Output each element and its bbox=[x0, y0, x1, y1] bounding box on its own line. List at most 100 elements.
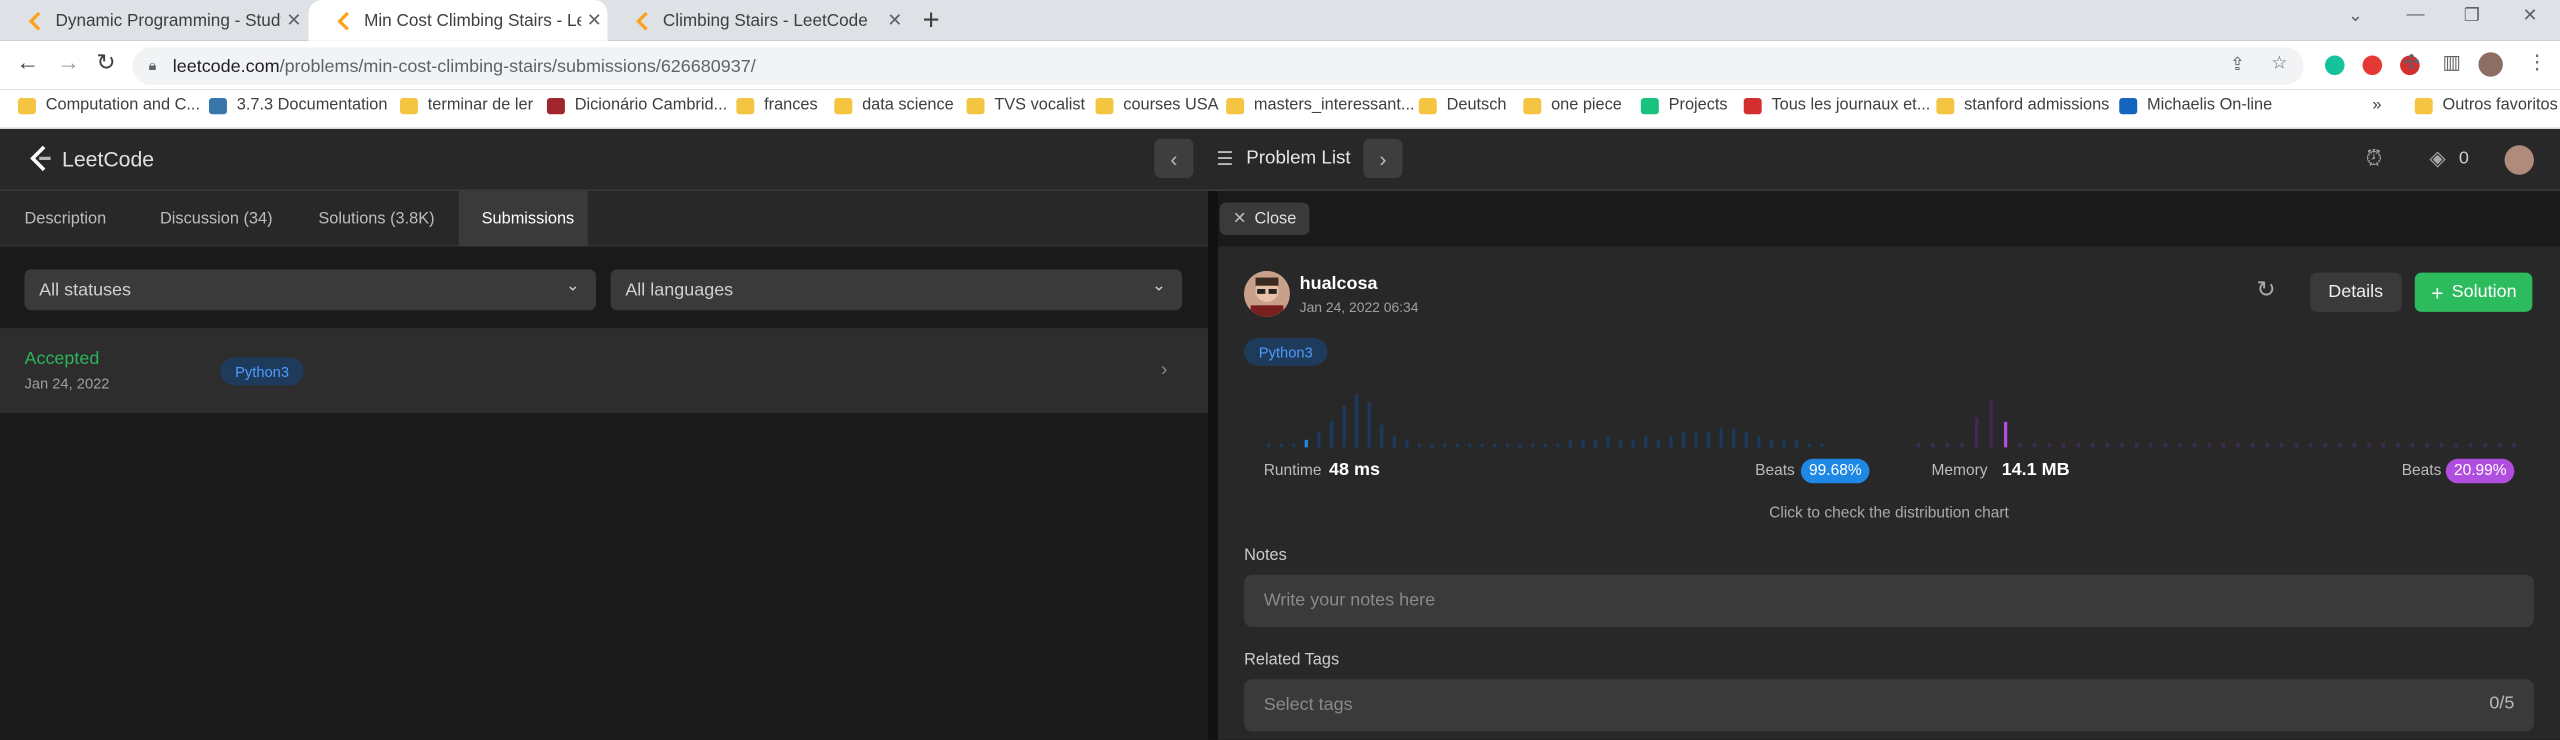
address-bar[interactable]: 🔒︎ leetcode.com/problems/min-cost-climbi… bbox=[132, 47, 2304, 85]
tab-search-icon[interactable]: ⌄ bbox=[2348, 5, 2363, 27]
bookmark-item[interactable]: Computation and C... bbox=[17, 96, 200, 114]
tab-solutions[interactable]: Solutions (3.8K) bbox=[296, 191, 458, 247]
bookmark-item[interactable]: data science bbox=[834, 96, 954, 114]
bookmark-item[interactable]: Deutsch bbox=[1418, 96, 1506, 114]
memory-bar bbox=[2018, 443, 2022, 448]
back-arrow-icon[interactable]: ← bbox=[16, 49, 39, 75]
extension-icon[interactable] bbox=[2362, 55, 2383, 76]
next-problem-button[interactable]: › bbox=[1363, 138, 1403, 178]
url-host: leetcode.com bbox=[172, 56, 280, 76]
chevron-down-icon: ⌄ bbox=[1152, 277, 1166, 296]
browser-tab[interactable]: Climbing Stairs - LeetCode ✕ bbox=[607, 0, 907, 41]
grammarly-extension-icon[interactable] bbox=[2324, 55, 2345, 76]
folder-icon bbox=[834, 97, 853, 114]
leetcode-logo[interactable]: LeetCode bbox=[28, 144, 154, 173]
leetcode-favicon-icon bbox=[335, 11, 355, 31]
projects-icon bbox=[1640, 97, 1659, 114]
submission-row[interactable]: Accepted Jan 24, 2022 Python3 › bbox=[0, 328, 1209, 414]
username[interactable]: hualcosa bbox=[1300, 274, 1378, 294]
runtime-bar bbox=[1417, 443, 1422, 448]
memory-bar bbox=[2207, 443, 2211, 448]
browser-tab[interactable]: Dynamic Programming - Study P ✕ bbox=[0, 0, 307, 41]
memory-bar bbox=[2192, 443, 2197, 448]
runtime-bar bbox=[1807, 443, 1811, 448]
language-filter-select[interactable]: All languages ⌄ bbox=[610, 269, 1183, 311]
bookmark-item[interactable]: terminar de ler bbox=[400, 96, 533, 114]
memory-beats-badge: 20.99% bbox=[2445, 458, 2515, 484]
bookmark-item[interactable]: Tous les journaux et... bbox=[1743, 96, 1930, 114]
tab-title: Dynamic Programming - Study P bbox=[55, 10, 281, 31]
notes-input[interactable]: Write your notes here bbox=[1244, 574, 2534, 627]
distribution-chart[interactable] bbox=[1260, 385, 2517, 450]
bookmark-item[interactable]: courses USA bbox=[1095, 96, 1219, 114]
reload-icon[interactable]: ↻ bbox=[96, 49, 115, 77]
problem-list-button[interactable]: ☰ Problem List bbox=[1216, 147, 1350, 170]
restore-window-icon[interactable]: ❐ bbox=[2464, 5, 2480, 27]
bookmarks-overflow[interactable]: » bbox=[2372, 96, 2381, 114]
browser-tab-active[interactable]: Min Cost Climbing Stairs - LeetC ✕ bbox=[308, 0, 608, 41]
bookmark-item[interactable]: stanford admissions bbox=[1936, 96, 2109, 114]
user-avatar[interactable] bbox=[1244, 271, 1290, 317]
bookmark-item[interactable]: Dicionário Cambrid... bbox=[546, 96, 727, 114]
michaelis-icon bbox=[2119, 97, 2138, 114]
submission-detail-panel: ✕ Close hualcosa Jan 24, 2022 06:34 ↻ Det… bbox=[1217, 191, 2560, 740]
memory-distribution bbox=[1916, 400, 2516, 448]
runtime-value: 48 ms bbox=[1329, 460, 1380, 481]
refresh-icon[interactable]: ↻ bbox=[2256, 276, 2275, 304]
url-path: /problems/min-cost-climbing-stairs/submi… bbox=[279, 56, 756, 76]
puzzle-extensions-icon[interactable]: ✣ bbox=[2403, 51, 2419, 74]
close-tab-icon[interactable]: ✕ bbox=[281, 10, 307, 31]
runtime-bar bbox=[1380, 424, 1384, 448]
folder-icon bbox=[1936, 97, 1955, 114]
memory-bar bbox=[1945, 443, 1950, 448]
tab-submissions[interactable]: Submissions bbox=[458, 191, 588, 247]
close-button[interactable]: ✕ Close bbox=[1219, 202, 1310, 236]
bookmark-item[interactable]: Projects bbox=[1640, 96, 1728, 114]
close-tab-icon[interactable]: ✕ bbox=[882, 10, 908, 31]
prev-problem-button[interactable]: ‹ bbox=[1154, 138, 1194, 178]
bookmark-item[interactable]: frances bbox=[736, 96, 818, 114]
tags-select[interactable]: Select tags 0/5 bbox=[1244, 679, 2534, 732]
problem-tabs: Description Discussion (34) Solutions (3… bbox=[0, 191, 1209, 247]
new-tab-icon[interactable]: + bbox=[922, 3, 939, 37]
memory-bar bbox=[2338, 443, 2342, 448]
runtime-bar bbox=[1442, 443, 1447, 448]
status-filter-select[interactable]: All statuses ⌄ bbox=[24, 269, 596, 311]
bookmark-item[interactable]: masters_interessant... bbox=[1226, 96, 1415, 114]
runtime-bar bbox=[1392, 436, 1396, 448]
alarm-clock-icon[interactable]: ⏰︎ bbox=[2366, 145, 2383, 171]
forward-arrow-icon[interactable]: → bbox=[57, 49, 80, 75]
details-button[interactable]: Details bbox=[2310, 272, 2402, 312]
bookmark-item[interactable]: 3.7.3 Documentation bbox=[208, 96, 387, 114]
close-window-icon[interactable]: ✕ bbox=[2523, 5, 2538, 27]
flame-icon[interactable]: ◈ bbox=[2429, 145, 2445, 171]
share-icon[interactable]: ⇪ bbox=[2230, 54, 2245, 76]
minimize-window-icon[interactable]: — bbox=[2407, 5, 2425, 25]
menu-kebab-icon[interactable]: ⋮ bbox=[2527, 51, 2547, 74]
memory-bar bbox=[2221, 443, 2226, 448]
runtime-bar bbox=[1455, 443, 1459, 448]
other-bookmarks[interactable]: Outros favoritos bbox=[2414, 96, 2558, 114]
runtime-bar bbox=[1606, 436, 1610, 448]
runtime-distribution bbox=[1266, 394, 1824, 448]
bookmark-item[interactable]: one piece bbox=[1523, 96, 1622, 114]
user-avatar[interactable] bbox=[2504, 145, 2534, 175]
bookmark-star-icon[interactable]: ☆ bbox=[2271, 52, 2287, 74]
tab-description[interactable]: Description bbox=[2, 191, 129, 247]
solution-button[interactable]: + Solution bbox=[2414, 272, 2533, 312]
runtime-bar bbox=[1518, 443, 1522, 448]
tab-discussion[interactable]: Discussion (34) bbox=[137, 191, 295, 247]
profile-avatar[interactable] bbox=[2478, 52, 2503, 77]
memory-bar bbox=[2265, 443, 2269, 448]
language-badge: Python3 bbox=[1244, 337, 1328, 366]
memory-bar bbox=[1974, 417, 1979, 448]
browser-tab-strip: Dynamic Programming - Study P ✕ Min Cost… bbox=[0, 0, 2560, 41]
distribution-hint[interactable]: Click to check the distribution chart bbox=[1218, 505, 2560, 523]
leetcode-logo-icon bbox=[30, 145, 51, 172]
side-panel-icon[interactable]: ▥ bbox=[2443, 51, 2462, 74]
bookmark-item[interactable]: TVS vocalist bbox=[966, 96, 1085, 114]
close-tab-icon[interactable]: ✕ bbox=[581, 10, 607, 31]
panel-divider[interactable] bbox=[1208, 191, 1218, 740]
bookmark-item[interactable]: Michaelis On-line bbox=[2119, 96, 2272, 114]
runtime-bar bbox=[1405, 439, 1409, 448]
